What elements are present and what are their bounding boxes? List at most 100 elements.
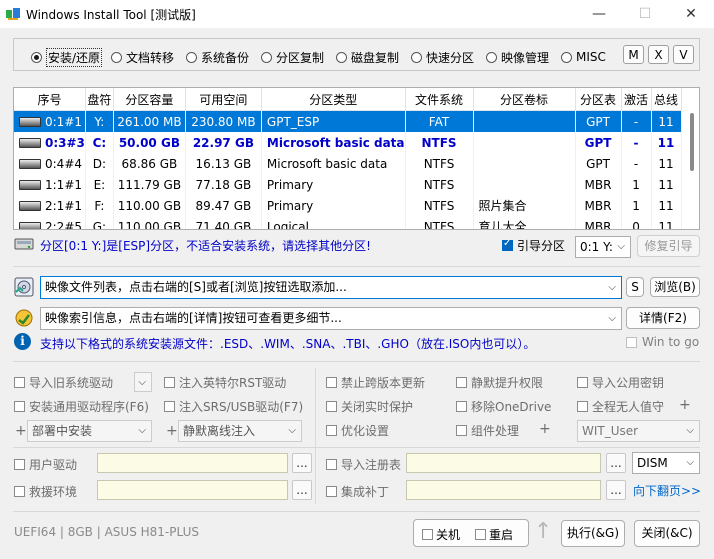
execute-button[interactable]: 执行(&G) (561, 520, 625, 547)
col-header[interactable]: 序号 (14, 88, 86, 111)
x-button[interactable]: X (648, 45, 669, 64)
radio-dot[interactable] (186, 51, 197, 63)
table-row[interactable]: 2:2#5 G: 110.00 GB 71.40 GB Logical NTFS… (14, 216, 682, 229)
checkbox[interactable] (326, 425, 337, 436)
checkbox[interactable] (456, 377, 467, 388)
rescue-env-path-input[interactable] (97, 480, 288, 500)
checkbox-checked[interactable] (502, 238, 513, 251)
image-index-select[interactable]: 映像索引信息，点击右端的[详情]按钮可查看更多细节... ⌵ (40, 307, 622, 330)
col-header[interactable]: 分区卷标 (473, 88, 576, 111)
details-button[interactable]: 详情(F2) (626, 307, 700, 329)
checkbox[interactable] (475, 529, 486, 540)
radio-system-backup[interactable]: 系统备份 (186, 49, 249, 65)
radio-dot[interactable] (411, 51, 422, 63)
radio-partition-copy[interactable]: 分区复制 (261, 49, 324, 65)
patches-path-input[interactable] (406, 480, 601, 500)
col-header[interactable]: 分区容量 (113, 88, 186, 111)
plus-icon[interactable]: + (15, 423, 27, 439)
image-file-list-select[interactable]: 映像文件列表，点击右端的[S]或者[浏览]按钮选取添加... ⌵ (40, 276, 622, 299)
checkbox[interactable] (14, 377, 25, 388)
radio-quick-partition[interactable]: 快速分区 (411, 49, 474, 65)
checkbox[interactable] (577, 377, 588, 388)
component-processing-checkbox[interactable]: 组件处理 (456, 422, 519, 439)
checkbox[interactable] (626, 336, 637, 348)
user-name-select[interactable]: WIT_User ⌵ (577, 420, 700, 442)
col-header[interactable]: 盘符 (85, 88, 114, 111)
table-row[interactable]: 0:1#1 Y: 261.00 MB 230.80 MB GPT_ESP FAT… (14, 110, 682, 132)
radio-dot[interactable] (336, 51, 347, 63)
user-driver-checkbox[interactable]: 用户驱动 (14, 456, 77, 473)
radio-doc-transfer[interactable]: 文档转移 (111, 49, 174, 65)
plus-icon[interactable]: + (679, 397, 691, 413)
block-cross-version-update-checkbox[interactable]: 禁止跨版本更新 (326, 374, 425, 391)
plus-icon[interactable]: + (166, 423, 178, 439)
inject-srs-usb-driver-checkbox[interactable]: 注入SRS/USB驱动(F7) (164, 398, 303, 415)
table-row[interactable]: 0:4#4 D: 68.86 GB 16.13 GB Microsoft bas… (14, 153, 682, 174)
checkbox[interactable] (326, 377, 337, 388)
col-header[interactable]: 分区表 (575, 88, 622, 111)
install-generic-drivers-checkbox[interactable]: 安装通用驱动程序(F6) (14, 398, 149, 415)
checkbox[interactable] (326, 401, 337, 412)
checkbox[interactable] (422, 529, 433, 540)
close-window-button[interactable]: ✕ (668, 0, 714, 28)
checkbox[interactable] (14, 401, 25, 412)
radio-install-restore[interactable]: 安装/还原 (31, 47, 103, 67)
disable-realtime-protection-checkbox[interactable]: 关闭实时保护 (326, 398, 413, 415)
checkbox[interactable] (14, 459, 25, 470)
scrollbar-thumb[interactable] (690, 113, 694, 171)
silent-elevate-checkbox[interactable]: 静默提升权限 (456, 374, 543, 391)
m-button[interactable]: M (623, 45, 644, 64)
checkbox[interactable] (456, 425, 467, 436)
checkbox[interactable] (14, 486, 25, 497)
registry-path-input[interactable] (406, 453, 601, 473)
import-registry-checkbox[interactable]: 导入注册表 (326, 456, 401, 473)
driver-select[interactable]: ⌵ (134, 372, 152, 392)
table-row[interactable]: 1:1#1 E: 111.79 GB 77.18 GB Primary NTFS… (14, 174, 682, 195)
import-public-key-checkbox[interactable]: 导入公用密钥 (577, 374, 664, 391)
radio-dot[interactable] (261, 51, 272, 63)
checkbox[interactable] (326, 486, 337, 497)
close-button[interactable]: 关闭(&C) (634, 520, 700, 547)
up-arrow-icon[interactable]: ↑ (534, 519, 552, 544)
plus-icon[interactable]: + (539, 421, 551, 437)
browse-button[interactable]: 浏览(B) (650, 277, 700, 297)
unattended-checkbox[interactable]: 全程无人值守 (577, 398, 664, 415)
col-header[interactable]: 总线 (651, 88, 682, 111)
next-page-link[interactable]: 向下翻页>> (633, 482, 701, 499)
v-button[interactable]: V (673, 45, 694, 64)
maximize-button[interactable]: ☐ (622, 0, 668, 28)
col-header[interactable]: 分区类型 (261, 88, 406, 111)
repair-boot-button[interactable]: 修复引导 (637, 235, 700, 257)
integrate-patches-checkbox[interactable]: 集成补丁 (326, 483, 389, 500)
partition-table[interactable]: 序号 盘符 分区容量 可用空间 分区类型 文件系统 分区卷标 分区表 激活 总线… (13, 87, 700, 230)
boot-partition-checkbox[interactable]: 引导分区 (502, 237, 565, 254)
boot-partition-select[interactable]: 0:1 Y: ⌵ (575, 236, 631, 258)
inject-rst-driver-checkbox[interactable]: 注入英特尔RST驱动 (164, 374, 286, 391)
remove-onedrive-checkbox[interactable]: 移除OneDrive (456, 398, 551, 415)
win-to-go-checkbox[interactable]: Win to go (626, 335, 699, 349)
radio-image-manage[interactable]: 映像管理 (486, 49, 549, 65)
optimize-settings-checkbox[interactable]: 优化设置 (326, 422, 389, 439)
restart-checkbox[interactable]: 重启 (475, 526, 513, 543)
table-row[interactable]: 0:3#3 C: 50.00 GB 22.97 GB Microsoft bas… (14, 132, 682, 153)
col-header[interactable]: 文件系统 (405, 88, 474, 111)
dism-select[interactable]: DISM ⌵ (632, 452, 700, 474)
checkbox[interactable] (326, 459, 337, 470)
radio-misc[interactable]: MISC (561, 49, 606, 65)
radio-dot[interactable] (31, 51, 42, 63)
silent-inject-select[interactable]: 静默离线注入 ⌵ (178, 420, 302, 442)
radio-dot[interactable] (561, 51, 572, 63)
registry-browse-button[interactable]: ... (606, 453, 626, 473)
col-header[interactable]: 可用空间 (185, 88, 262, 111)
patches-browse-button[interactable]: ... (606, 480, 626, 500)
checkbox[interactable] (164, 401, 175, 412)
rescue-env-checkbox[interactable]: 救援环境 (14, 483, 77, 500)
import-old-drivers-checkbox[interactable]: 导入旧系统驱动 (14, 374, 113, 391)
checkbox[interactable] (164, 377, 175, 388)
radio-disk-copy[interactable]: 磁盘复制 (336, 49, 399, 65)
s-button[interactable]: S (626, 277, 644, 297)
deploy-mode-select[interactable]: 部署中安装 ⌵ (27, 420, 152, 442)
checkbox[interactable] (456, 401, 467, 412)
user-driver-path-input[interactable] (97, 453, 288, 473)
radio-dot[interactable] (111, 51, 122, 63)
